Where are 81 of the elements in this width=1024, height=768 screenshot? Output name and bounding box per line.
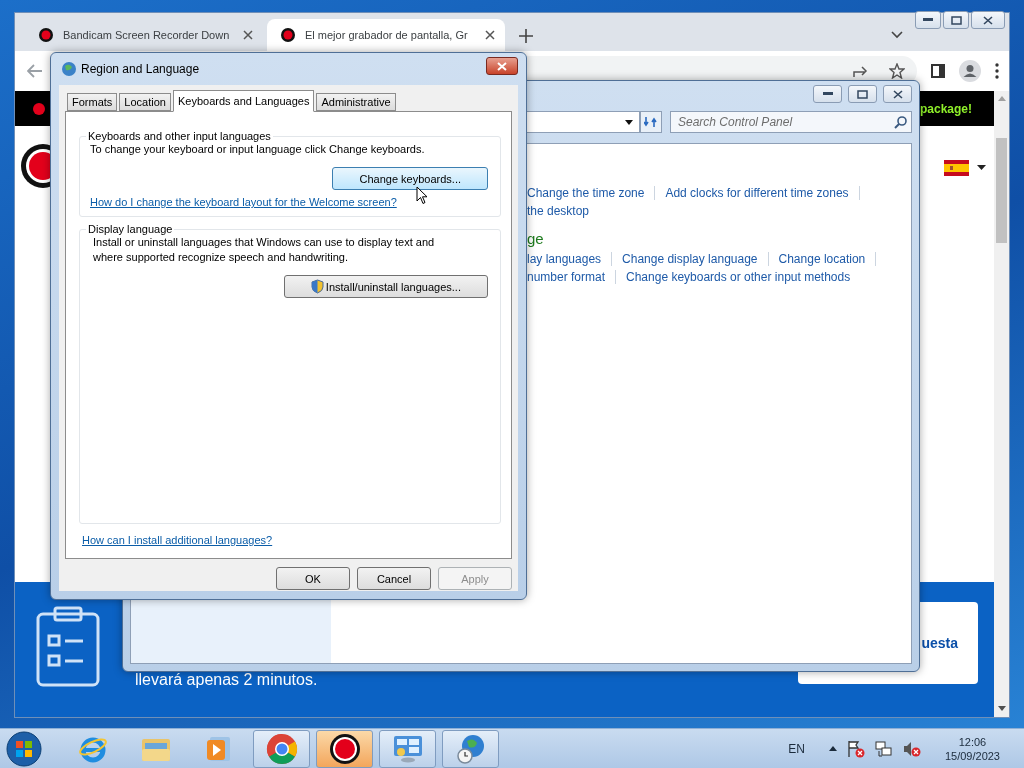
back-arrow-icon[interactable]	[27, 64, 43, 78]
record-icon	[281, 28, 295, 42]
tab[interactable]: Administrative	[316, 93, 396, 111]
task-link[interactable]: Change display language	[622, 252, 758, 266]
close-icon	[983, 15, 993, 25]
network-icon[interactable]	[874, 739, 893, 758]
clock-date[interactable]: 15/09/2023	[944, 748, 1000, 763]
profile-icon[interactable]	[959, 60, 981, 82]
refresh-button[interactable]	[640, 111, 662, 133]
close-icon[interactable]	[485, 30, 495, 40]
close-button[interactable]	[486, 57, 518, 75]
browser-tab[interactable]: Bandicam Screen Recorder Down	[25, 19, 263, 51]
close-button[interactable]	[883, 85, 912, 103]
caret-icon[interactable]	[977, 165, 986, 171]
taskbar-button[interactable]	[316, 729, 373, 768]
scrollbar[interactable]	[994, 91, 1009, 717]
show-hidden-icons[interactable]	[828, 746, 837, 751]
close-button[interactable]	[971, 11, 1005, 29]
browser-tab[interactable]: El mejor grabador de pantalla, Gr	[267, 19, 505, 51]
chrome-icon	[265, 732, 298, 765]
record-icon	[33, 102, 45, 115]
task-link[interactable]: Change the time zone	[527, 186, 645, 200]
record-icon	[39, 28, 53, 42]
maximize-button[interactable]	[848, 85, 877, 103]
flag-error-icon[interactable]	[846, 739, 865, 758]
close-icon	[892, 89, 903, 99]
task-link[interactable]: Change location	[778, 252, 866, 266]
task-link[interactable]: lay languages	[527, 252, 602, 266]
card-text: uesta	[921, 635, 958, 651]
minimize-button[interactable]	[915, 11, 941, 29]
tab[interactable]: Keyboards and Languages	[172, 90, 315, 112]
maximize-button[interactable]	[943, 11, 969, 29]
record-icon	[328, 732, 361, 765]
banner-text: package!	[919, 101, 972, 116]
globe-clock-icon	[454, 732, 487, 765]
description-text: To change your keyboard or input language click Change keyboards.	[90, 142, 426, 157]
description-text: Install or uninstall languages that Windows can use to display text and where supported recognize speech and handwriting.	[92, 235, 436, 265]
scroll-thumb[interactable]	[996, 138, 1007, 243]
close-icon	[497, 61, 507, 71]
language-indicator[interactable]: EN	[788, 741, 805, 756]
scroll-down-icon[interactable]	[997, 706, 1006, 712]
task-link[interactable]: the desktop	[527, 204, 590, 218]
minimize-button[interactable]	[813, 85, 842, 103]
restore-icon	[950, 15, 962, 25]
pointer-icon	[416, 186, 428, 205]
menu-icon[interactable]	[995, 63, 999, 79]
window-title: Region and Language	[81, 62, 201, 76]
dialog-button[interactable]: Cancel	[357, 567, 431, 590]
restore-icon	[857, 89, 868, 99]
tab[interactable]: Location	[119, 93, 171, 111]
action-button[interactable]: Install/uninstall languages...	[283, 275, 488, 298]
help-link[interactable]: How can I install additional languages?	[82, 534, 501, 546]
star-icon[interactable]	[889, 63, 905, 79]
spanish-flag-icon[interactable]	[944, 160, 969, 176]
tab[interactable]: Formats	[67, 93, 118, 111]
side-panel-icon[interactable]	[931, 64, 945, 78]
search-icon[interactable]	[894, 116, 907, 129]
chevron-down-icon[interactable]	[891, 31, 903, 39]
action-button[interactable]: Change keyboards...	[332, 167, 488, 190]
clipboard-icon	[35, 606, 101, 688]
category-heading: ge	[527, 230, 545, 249]
start-button[interactable]	[4, 729, 44, 768]
group-title: Keyboards and other input languages	[87, 130, 272, 142]
close-icon[interactable]	[243, 30, 253, 40]
dropdown-arrow-icon[interactable]	[625, 119, 633, 125]
media-player-icon	[205, 734, 232, 763]
help-link[interactable]: How do I change the keyboard layout for the Welcome screen?	[90, 196, 488, 208]
task-link[interactable]: Add clocks for different time zones	[665, 186, 849, 200]
refresh-icon	[644, 116, 658, 128]
globe-icon	[61, 61, 77, 77]
clock-time[interactable]: 12:06	[958, 734, 987, 749]
minimize-icon	[923, 18, 933, 22]
group-title: Display language	[87, 223, 174, 235]
shield-icon	[310, 279, 324, 294]
new-tab-icon[interactable]	[519, 29, 533, 43]
control-panel-icon	[391, 733, 424, 764]
search-field[interactable]: Search Control Panel	[670, 111, 912, 133]
survey-text: llevará apenas 2 minutos.	[135, 671, 319, 689]
task-link[interactable]: number format	[527, 270, 606, 284]
task-link[interactable]: Change keyboards or other input methods	[626, 270, 851, 284]
dialog-button[interactable]: OK	[276, 567, 350, 590]
